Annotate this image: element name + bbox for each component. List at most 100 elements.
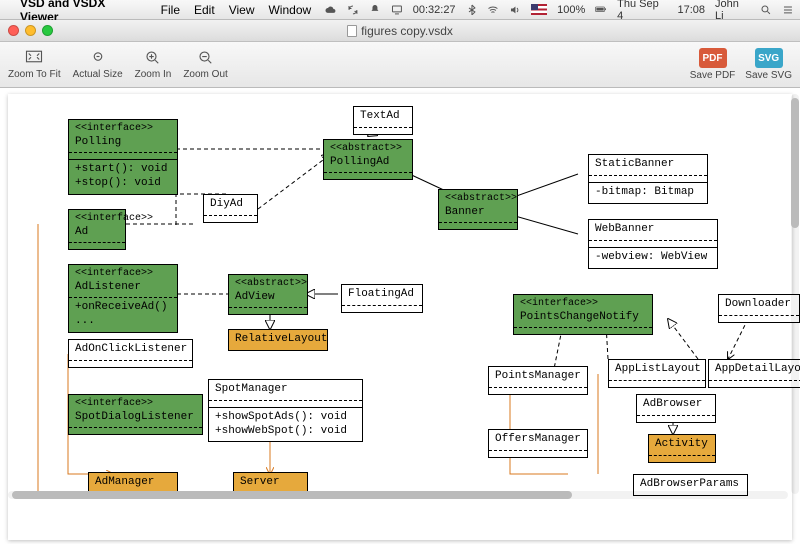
user-name[interactable]: John Li	[715, 0, 750, 22]
window-title-text: figures copy.vsdx	[361, 24, 453, 38]
timer-value: 00:32:27	[413, 4, 456, 16]
page: <<interface>>Polling +start(): void +sto…	[8, 94, 792, 540]
cloud-icon[interactable]	[325, 4, 337, 16]
stereo-label: <<interface>>	[520, 298, 646, 311]
zoom-button[interactable]	[42, 25, 53, 36]
menu-view[interactable]: View	[229, 3, 255, 17]
class-textad[interactable]: TextAd	[353, 106, 413, 135]
spotlight-icon[interactable]	[760, 4, 772, 16]
class-diyad[interactable]: DiyAd	[203, 194, 258, 223]
class-adbrowser[interactable]: AdBrowser	[636, 394, 716, 423]
stereo-label: <<interface>>	[75, 213, 119, 226]
zoom-in-button[interactable]: Zoom In	[135, 49, 172, 80]
class-name: SpotDialogListener	[75, 411, 196, 425]
save-pdf-button[interactable]: PDF Save PDF	[690, 48, 736, 81]
class-adview[interactable]: <<abstract>>AdView	[228, 274, 308, 315]
class-name: PointsChangeNotify	[520, 311, 646, 325]
stereo-label: <<interface>>	[75, 268, 171, 281]
horizontal-scroll-thumb[interactable]	[12, 491, 572, 499]
class-offersmanager[interactable]: OffersManager	[488, 429, 588, 458]
stereo-label: <<abstract>>	[330, 143, 406, 156]
close-button[interactable]	[8, 25, 19, 36]
class-pointsmanager[interactable]: PointsManager	[488, 366, 588, 395]
class-name: StaticBanner	[589, 155, 707, 175]
class-body: -webview: WebView	[589, 247, 717, 268]
class-name: Polling	[75, 136, 171, 150]
class-name: DiyAd	[204, 195, 257, 215]
class-name: TextAd	[354, 107, 412, 127]
class-relativelayout[interactable]: RelativeLayout	[228, 329, 328, 351]
vertical-scrollbar[interactable]	[791, 94, 799, 494]
class-spotdialoglistener[interactable]: <<interface>>SpotDialogListener	[68, 394, 203, 435]
battery-icon[interactable]	[595, 4, 607, 16]
menu-edit[interactable]: Edit	[194, 3, 215, 17]
zoom-to-fit-button[interactable]: Zoom To Fit	[8, 49, 61, 80]
canvas[interactable]: <<interface>>Polling +start(): void +sto…	[0, 88, 800, 500]
mac-menubar: VSD and VSDX Viewer File Edit View Windo…	[0, 0, 800, 20]
actual-size-button[interactable]: Actual Size	[73, 49, 123, 80]
minimize-button[interactable]	[25, 25, 36, 36]
class-name: PollingAd	[330, 156, 406, 170]
class-name: AdView	[235, 291, 301, 305]
class-name: WebBanner	[589, 220, 717, 240]
stereo-label: <<abstract>>	[445, 193, 511, 206]
class-downloader[interactable]: Downloader	[718, 294, 800, 323]
class-name: AppListLayout	[609, 360, 705, 380]
battery-value: 100%	[557, 4, 585, 16]
sync-icon[interactable]	[347, 4, 359, 16]
zoom-out-button[interactable]: Zoom Out	[183, 49, 227, 80]
class-pointschangenotify[interactable]: <<interface>>PointsChangeNotify	[513, 294, 653, 335]
class-adonclicklistener[interactable]: AdOnClickListener	[68, 339, 193, 368]
class-name: FloatingAd	[342, 285, 422, 305]
toolbar: Zoom To Fit Actual Size Zoom In Zoom Out…	[0, 42, 800, 88]
save-svg-label: Save SVG	[745, 70, 792, 81]
window-title: figures copy.vsdx	[0, 24, 800, 38]
class-staticbanner[interactable]: StaticBanner -bitmap: Bitmap	[588, 154, 708, 204]
class-name: Server	[234, 473, 307, 493]
save-svg-button[interactable]: SVG Save SVG	[745, 48, 792, 81]
stereo-label: <<interface>>	[75, 123, 171, 136]
stereo-label: <<interface>>	[75, 398, 196, 411]
class-name: Banner	[445, 206, 511, 220]
time-value: 17:08	[677, 4, 705, 16]
class-body: +onReceiveAd() ...	[69, 297, 177, 332]
save-pdf-label: Save PDF	[690, 70, 736, 81]
bluetooth-icon[interactable]	[466, 4, 478, 16]
menu-file[interactable]: File	[161, 3, 180, 17]
wifi-icon[interactable]	[487, 4, 499, 16]
zoom-in-icon	[143, 49, 163, 67]
class-floatingad[interactable]: FloatingAd	[341, 284, 423, 313]
menu-window[interactable]: Window	[268, 3, 311, 17]
window-titlebar[interactable]: figures copy.vsdx	[0, 20, 800, 42]
class-polling[interactable]: <<interface>>Polling +start(): void +sto…	[68, 119, 178, 195]
class-activity[interactable]: Activity	[648, 434, 716, 463]
class-banner[interactable]: <<abstract>>Banner	[438, 189, 518, 230]
volume-icon[interactable]	[509, 4, 521, 16]
actual-size-icon	[88, 49, 108, 67]
class-adlistener[interactable]: <<interface>>AdListener +onReceiveAd() .…	[68, 264, 178, 333]
bell-icon[interactable]	[369, 4, 381, 16]
class-body: -bitmap: Bitmap	[589, 182, 707, 203]
flag-icon[interactable]	[531, 4, 547, 15]
class-applistlayout[interactable]: AppListLayout	[608, 359, 706, 388]
vertical-scroll-thumb[interactable]	[791, 98, 799, 228]
zoom-out-icon	[196, 49, 216, 67]
class-name: AppDetailLayout	[709, 360, 800, 380]
class-name: SpotManager	[209, 380, 362, 400]
horizontal-scrollbar[interactable]	[8, 491, 788, 499]
zoom-fit-icon	[24, 49, 44, 67]
class-body: +showSpotAds(): void +showWebSpot(): voi…	[209, 407, 362, 442]
class-name: AdOnClickListener	[69, 340, 192, 360]
notifications-icon[interactable]	[782, 4, 794, 16]
class-pollingad[interactable]: <<abstract>>PollingAd	[323, 139, 413, 180]
class-ad[interactable]: <<interface>>Ad	[68, 209, 126, 250]
pdf-icon: PDF	[699, 48, 727, 68]
class-name: Downloader	[719, 295, 799, 315]
class-appdetaillayout[interactable]: AppDetailLayout	[708, 359, 800, 388]
class-name: AdBrowser	[637, 395, 715, 415]
zoom-in-label: Zoom In	[135, 69, 172, 80]
class-spotmanager[interactable]: SpotManager +showSpotAds(): void +showWe…	[208, 379, 363, 442]
zoom-out-label: Zoom Out	[183, 69, 227, 80]
display-icon[interactable]	[391, 4, 403, 16]
class-webbanner[interactable]: WebBanner -webview: WebView	[588, 219, 718, 269]
